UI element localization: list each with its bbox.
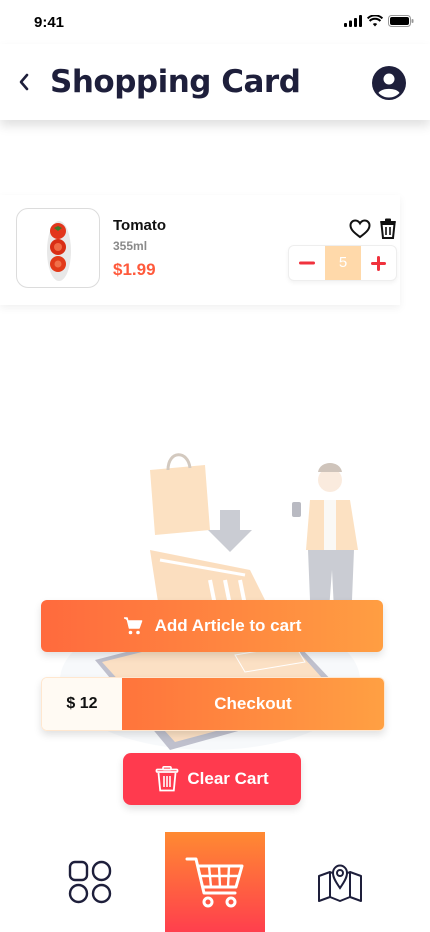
status-time: 9:41 [34, 14, 65, 31]
add-article-label: Add Article to cart [154, 616, 302, 635]
tomato-image [47, 221, 71, 281]
status-icons [344, 15, 414, 27]
product-price: $1.99 [113, 260, 156, 279]
plus-icon [371, 255, 386, 271]
checkout-button[interactable]: Checkout [122, 678, 384, 730]
clear-cart-label: Clear Cart [187, 769, 269, 788]
minus-icon [299, 261, 315, 265]
product-name: Tomato [113, 217, 167, 234]
battery-icon [388, 15, 414, 27]
add-article-button[interactable]: Add Article to cart [41, 600, 383, 652]
checkout-label: Checkout [214, 694, 292, 713]
grid-icon [68, 860, 112, 904]
status-bar: 9:41 [0, 0, 430, 44]
back-button[interactable] [12, 68, 36, 96]
product-size: 355ml [113, 239, 148, 253]
quantity-stepper: 5 [288, 245, 397, 281]
nav-map[interactable] [300, 832, 380, 932]
clear-cart-button[interactable]: Clear Cart [123, 753, 301, 805]
nav-home[interactable] [50, 832, 130, 932]
decrease-quantity-button[interactable] [289, 246, 325, 280]
cart-item: Tomato 355ml $1.99 5 [0, 195, 400, 305]
increase-quantity-button[interactable] [361, 246, 396, 280]
profile-button[interactable] [372, 66, 406, 100]
nav-cart[interactable] [165, 832, 265, 932]
heart-icon [349, 219, 371, 239]
page-title: Shopping Card [50, 64, 301, 100]
shopping-cart-icon [185, 857, 244, 908]
bottom-nav [0, 832, 430, 932]
trash-icon [155, 766, 179, 792]
product-image [16, 208, 100, 288]
trash-icon [380, 218, 396, 239]
wifi-icon [367, 15, 383, 27]
chevron-left-icon [19, 73, 29, 91]
cart-total: $ 12 [42, 678, 122, 730]
map-icon [318, 864, 362, 902]
user-circle-icon [372, 66, 406, 100]
checkout-bar: $ 12 Checkout [41, 677, 385, 731]
signal-icon [344, 15, 362, 27]
quantity-value[interactable]: 5 [325, 246, 361, 280]
cart-icon [123, 617, 142, 635]
favorite-button[interactable] [349, 219, 371, 239]
header: Shopping Card [0, 44, 430, 120]
delete-item-button[interactable] [378, 218, 398, 239]
